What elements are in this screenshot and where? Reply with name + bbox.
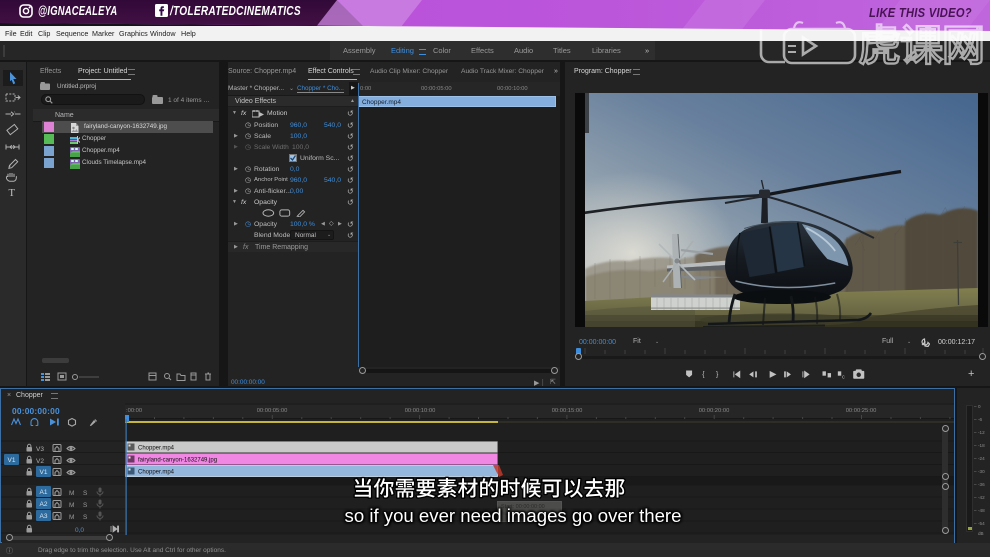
svg-text:00:00:10:00: 00:00:10:00 [405, 408, 436, 414]
svg-text:}: } [716, 372, 719, 379]
svg-text:A2: A2 [40, 501, 48, 508]
svg-text:V1: V1 [8, 457, 16, 464]
svg-text:M: M [69, 490, 74, 497]
svg-text:A1: A1 [40, 489, 48, 496]
svg-text:T: T [9, 188, 16, 199]
svg-text:A3: A3 [40, 513, 48, 520]
svg-text:c: c [842, 374, 845, 380]
svg-text:00:00:20:00: 00:00:20:00 [699, 408, 730, 414]
svg-text:-30: -30 [978, 469, 985, 474]
svg-text:{: { [702, 372, 705, 379]
svg-text:Chopper.mp4: Chopper.mp4 [138, 446, 175, 452]
svg-text:V3: V3 [36, 446, 44, 453]
svg-text:S: S [83, 490, 88, 497]
svg-text:V2: V2 [36, 458, 44, 465]
svg-text:00:00:05:00: 00:00:05:00 [257, 408, 288, 414]
svg-text:M: M [69, 514, 74, 521]
svg-text:Chopper.mp4: Chopper.mp4 [138, 470, 175, 476]
svg-text:S: S [83, 502, 88, 509]
svg-text:M: M [69, 502, 74, 509]
svg-text:0,0: 0,0 [75, 527, 84, 534]
svg-text:-48: -48 [978, 508, 985, 513]
svg-text:V1: V1 [40, 469, 48, 476]
svg-text:fairyland-canyon-1632749.jpg: fairyland-canyon-1632749.jpg [138, 458, 217, 464]
svg-text:0: 0 [978, 404, 981, 409]
svg-text:S: S [83, 514, 88, 521]
svg-text:-6: -6 [978, 417, 983, 422]
svg-text:00:00:15:00: 00:00:15:00 [552, 408, 583, 414]
svg-text:-54: -54 [978, 521, 985, 526]
svg-text:-42: -42 [978, 495, 985, 500]
svg-text::00:00: :00:00 [126, 408, 142, 414]
svg-text:-18: -18 [978, 443, 985, 448]
svg-text:dB: dB [978, 531, 984, 536]
svg-text:-36: -36 [978, 482, 985, 487]
svg-text:00:00:25:00: 00:00:25:00 [846, 408, 877, 414]
svg-text:-12: -12 [978, 430, 985, 435]
svg-text:-24: -24 [978, 456, 985, 461]
